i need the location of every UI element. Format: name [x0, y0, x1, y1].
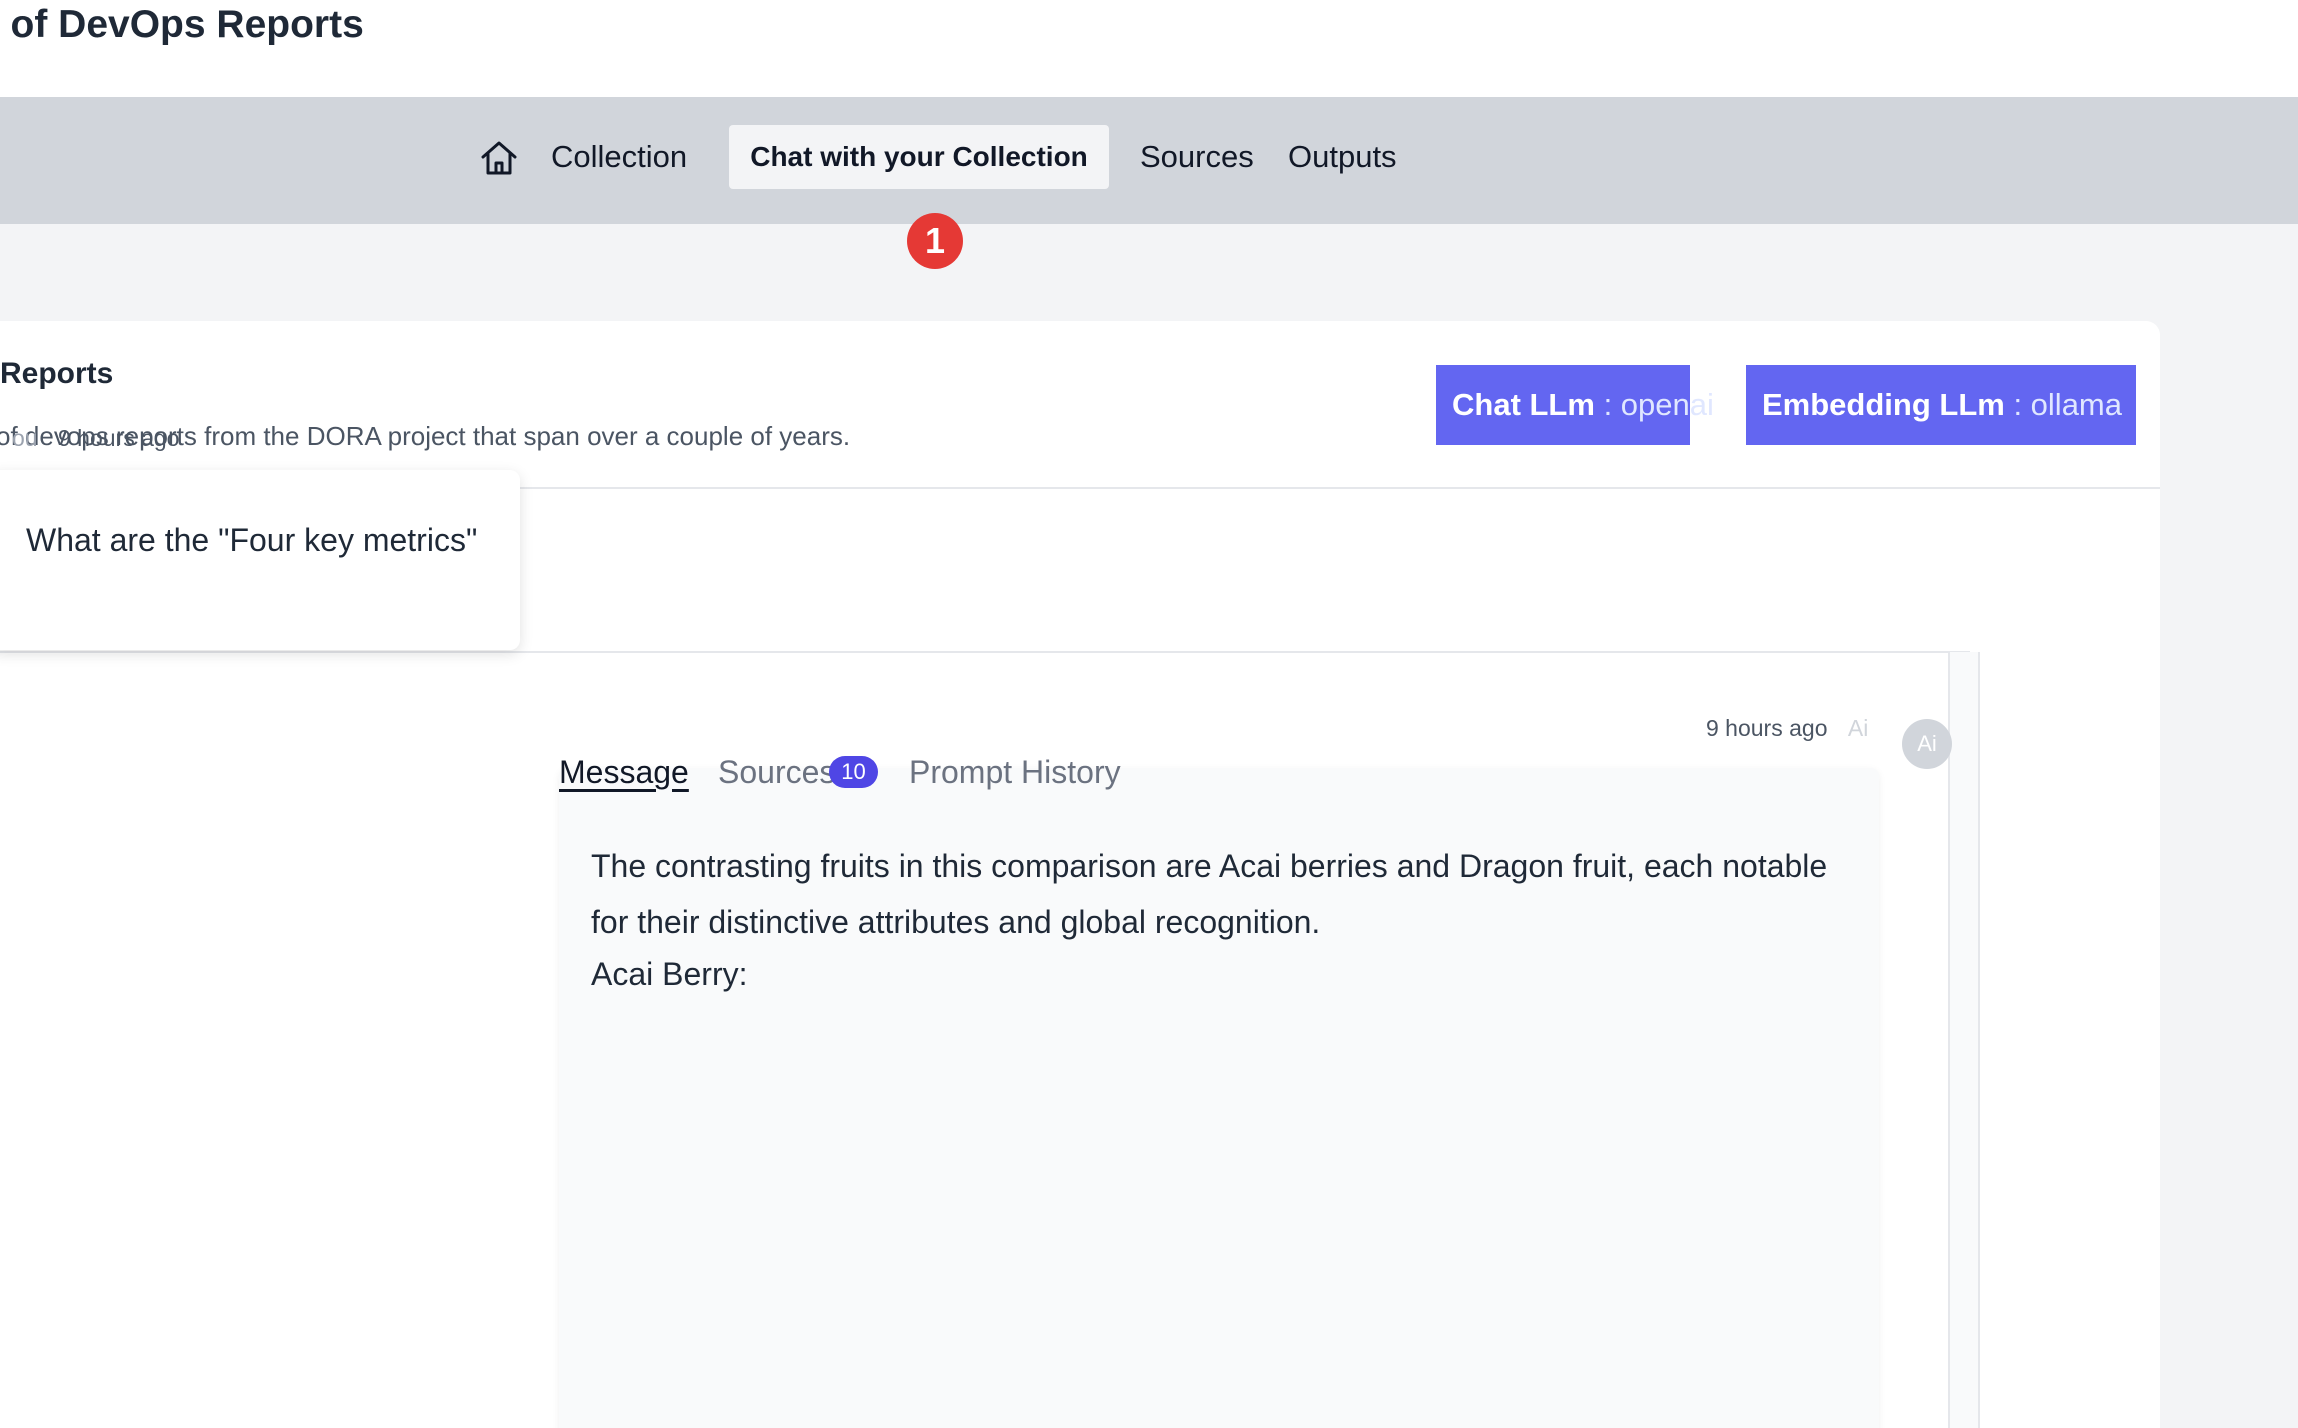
chat-llm-value: : openai — [1603, 387, 1714, 422]
chat-llm-badge: Chat LLm : openai — [1436, 365, 1714, 445]
tab-prompt-history[interactable]: Prompt History — [909, 750, 1121, 794]
embedding-llm-label: Embedding LLm — [1762, 387, 2005, 422]
user-message-text: What are the "Four key metrics" — [26, 522, 478, 558]
ai-message-author: Ai — [1847, 715, 1869, 741]
tab-message[interactable]: Message — [559, 750, 689, 794]
card-header: Reports of devops reports from the DORA … — [0, 321, 2160, 489]
user-message-bubble: What are the "Four key metrics" — [0, 470, 520, 650]
tab-sources[interactable]: Sources — [718, 750, 835, 794]
embedding-llm-value: : ollama — [2013, 387, 2122, 422]
nav-sources[interactable]: Sources — [1140, 125, 1254, 189]
nav-chat-with-collection[interactable]: Chat with your Collection — [729, 125, 1109, 189]
top-bar: e of DevOps Reports — [0, 0, 2298, 97]
nav-collection[interactable]: Collection — [551, 125, 687, 189]
nav-bar: Collection Chat with your Collection Sou… — [0, 97, 2298, 224]
page: e of DevOps Reports Collection Chat with… — [0, 0, 2298, 1428]
avatar: Ai — [1902, 719, 1952, 769]
ai-message-meta: 9 hours ago Ai — [1706, 711, 1868, 745]
chat-llm-label: Chat LLm — [1452, 387, 1595, 422]
ai-message-time: 9 hours ago — [1706, 715, 1828, 741]
right-gutter — [2160, 224, 2298, 1428]
ai-message-paragraph: The contrasting fruits in this compariso… — [591, 848, 1828, 940]
user-message-meta: ou 9 hours ago — [0, 418, 179, 458]
embedding-llm-badge: Embedding LLm : ollama — [1746, 365, 2136, 445]
user-message-author: ou — [12, 425, 38, 451]
step-marker: 1 — [907, 213, 963, 269]
chat-scrollbar[interactable] — [1948, 652, 1980, 1428]
ai-message-subheading: Acai Berry: — [591, 956, 748, 992]
ai-message-bubble: The contrasting fruits in this compariso… — [559, 768, 1879, 1428]
page-title: e of DevOps Reports — [0, 3, 364, 46]
collection-name: Reports — [0, 357, 114, 390]
home-icon[interactable] — [478, 137, 520, 179]
nav-outputs[interactable]: Outputs — [1288, 125, 1397, 189]
user-message-time: 9 hours ago — [57, 425, 180, 451]
sources-count-badge: 10 — [829, 756, 878, 788]
